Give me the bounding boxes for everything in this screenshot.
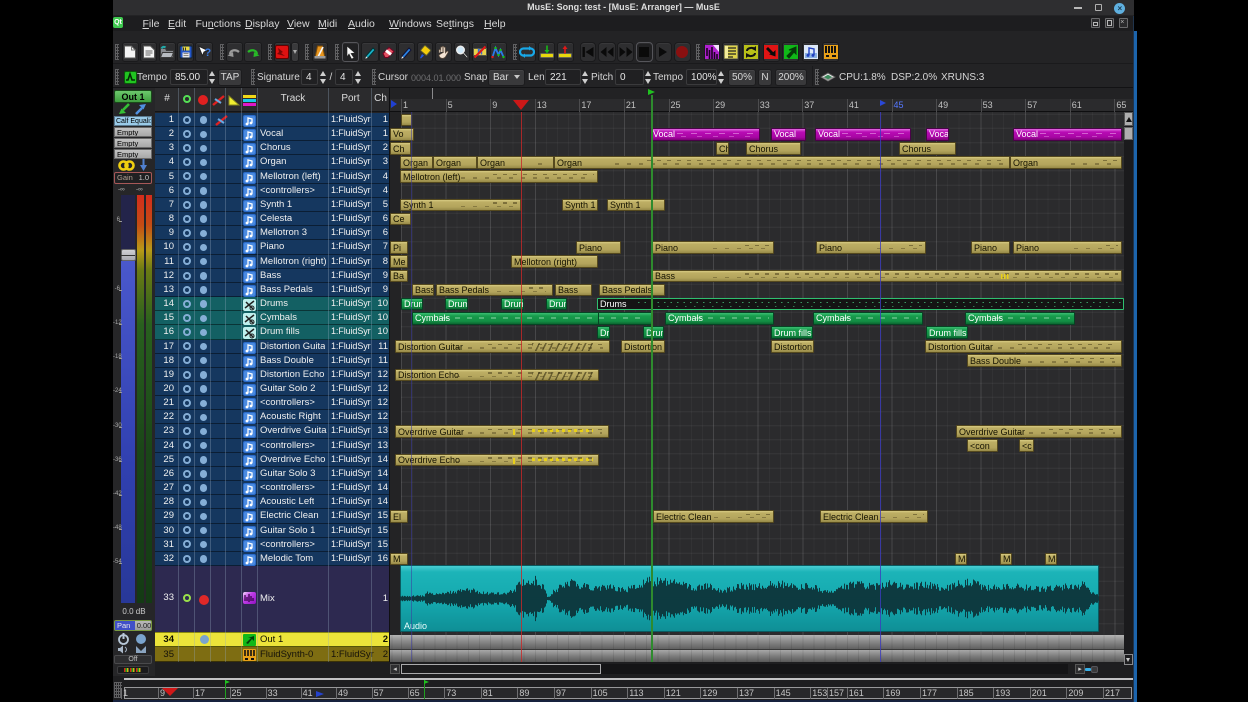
svg-text:?: ? — [204, 47, 211, 59]
